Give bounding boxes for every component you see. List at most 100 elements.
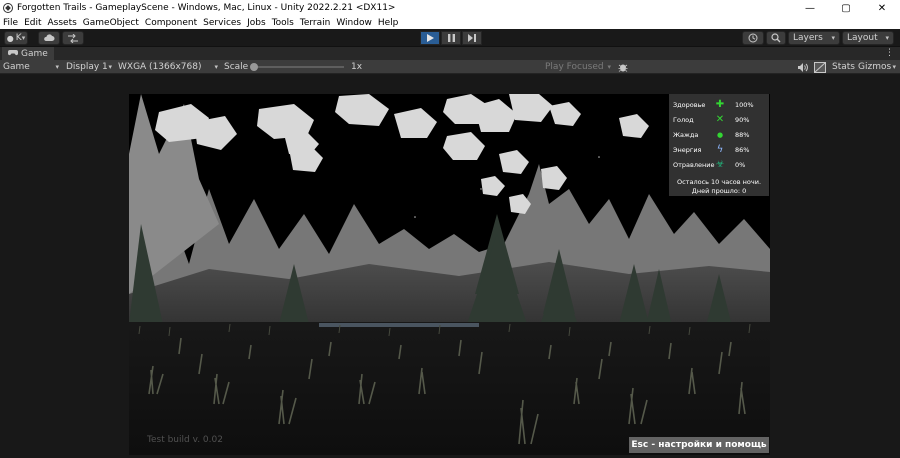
history-icon — [748, 33, 758, 43]
menu-bar: File Edit Assets GameObject Component Se… — [0, 16, 900, 29]
gizmos-dropdown[interactable]: Gizmos ▾ — [858, 60, 896, 74]
display-label: Display 1 — [66, 62, 108, 72]
menu-component[interactable]: Component — [145, 18, 197, 28]
stat-energy-label: Энергия — [673, 145, 702, 154]
health-cross-icon: ✚ — [715, 98, 725, 110]
survival-stats-panel: Здоровье ✚ 100% Голод ✕ 90% Жажда ● 88% … — [669, 94, 769, 196]
stat-poison-value: 0% — [735, 160, 746, 169]
stat-hunger-value: 90% — [735, 115, 750, 124]
main-toolbar: ● K ▾ Layers ▾ Layout ▾ — [0, 29, 900, 47]
chevron-down-icon: ▾ — [21, 34, 26, 42]
stat-hunger-label: Голод — [673, 115, 694, 124]
tab-game[interactable]: Game — [2, 47, 54, 60]
view-mode-label: Game — [3, 62, 30, 72]
window-titlebar: Forgotten Trails - GameplayScene - Windo… — [0, 0, 900, 16]
more-options-icon[interactable]: ⋮ — [885, 47, 894, 60]
gamepad-icon — [7, 49, 19, 59]
menu-gameobject[interactable]: GameObject — [83, 18, 139, 28]
menu-edit[interactable]: Edit — [24, 18, 41, 28]
layout-label: Layout — [847, 33, 878, 43]
menu-tools[interactable]: Tools — [272, 18, 294, 28]
window-controls: — ▢ ✕ — [792, 0, 900, 16]
menu-help[interactable]: Help — [378, 18, 399, 28]
gizmo-grid-icon[interactable] — [814, 60, 826, 74]
stat-poison: Отравление ☣ 0% — [669, 157, 769, 172]
chevron-down-icon: ▾ — [214, 63, 218, 71]
chevron-down-icon: ▾ — [607, 63, 611, 71]
gizmos-label: Gizmos — [858, 62, 892, 72]
scale-value: 1x — [351, 62, 363, 72]
cloud-button[interactable] — [38, 31, 60, 45]
layers-dropdown[interactable]: Layers ▾ — [788, 31, 840, 45]
collab-button[interactable] — [62, 31, 84, 45]
chevron-down-icon: ▾ — [108, 63, 112, 71]
maximize-button[interactable]: ▢ — [828, 0, 864, 16]
hunger-cutlery-icon: ✕ — [715, 113, 725, 125]
pause-icon — [447, 34, 455, 42]
menu-terrain[interactable]: Terrain — [300, 18, 330, 28]
scale-slider-thumb[interactable] — [250, 63, 258, 71]
chevron-down-icon: ▾ — [831, 34, 835, 42]
view-mode-dropdown[interactable]: Game ▾ — [3, 60, 59, 74]
account-button[interactable]: ● K ▾ — [4, 31, 28, 45]
search-button[interactable] — [766, 31, 786, 45]
layout-dropdown[interactable]: Layout ▾ — [842, 31, 894, 45]
time-left-text: Осталось 10 часов ночи. — [676, 178, 762, 186]
stat-energy-value: 86% — [735, 145, 750, 154]
play-button[interactable] — [420, 31, 440, 45]
play-icon — [426, 34, 434, 42]
minimize-button[interactable]: — — [792, 0, 828, 16]
audio-mute-icon[interactable] — [798, 60, 808, 74]
menu-window[interactable]: Window — [336, 18, 372, 28]
stat-health: Здоровье ✚ 100% — [669, 97, 769, 112]
step-button[interactable] — [462, 31, 482, 45]
display-dropdown[interactable]: Display 1 ▾ — [66, 60, 112, 74]
pause-button[interactable] — [441, 31, 461, 45]
days-passed-text: Дней прошло: 0 — [691, 187, 747, 195]
stat-thirst-label: Жажда — [673, 130, 699, 139]
chevron-down-icon: ▾ — [892, 63, 896, 71]
window-title: Forgotten Trails - GameplayScene - Windo… — [17, 3, 396, 13]
scale-slider[interactable] — [250, 60, 346, 74]
build-version-text: Test build v. 0.02 — [147, 435, 223, 445]
stats-button[interactable]: Stats — [832, 60, 855, 74]
menu-services[interactable]: Services — [203, 18, 241, 28]
bug-report-icon[interactable] — [618, 60, 628, 74]
step-icon — [468, 34, 476, 42]
distant-water — [319, 323, 479, 327]
play-controls — [420, 31, 483, 45]
play-focused-dropdown[interactable]: Play Focused ▾ — [545, 60, 611, 74]
scale-slider-track — [252, 66, 344, 68]
stat-poison-label: Отравление — [673, 160, 715, 169]
menu-jobs[interactable]: Jobs — [247, 18, 266, 28]
stat-thirst-value: 88% — [735, 130, 750, 139]
stat-hunger: Голод ✕ 90% — [669, 112, 769, 127]
stat-health-label: Здоровье — [673, 100, 706, 109]
resolution-dropdown[interactable]: WXGA (1366x768) ▾ — [118, 60, 218, 74]
chevron-down-icon: ▾ — [885, 34, 889, 42]
thirst-drop-icon: ● — [716, 130, 724, 139]
history-button[interactable] — [742, 31, 764, 45]
account-icon: ● — [6, 33, 14, 43]
unity-logo-icon — [3, 3, 13, 13]
resolution-label: WXGA (1366x768) — [118, 62, 202, 72]
cloud-icon — [44, 34, 55, 41]
search-icon — [771, 33, 781, 43]
menu-file[interactable]: File — [3, 18, 18, 28]
game-tab-bar: Game ⋮ — [0, 47, 900, 60]
game-render-view[interactable]: Здоровье ✚ 100% Голод ✕ 90% Жажда ● 88% … — [129, 94, 770, 455]
stat-energy: Энергия ϟ 86% — [669, 142, 769, 157]
esc-settings-hint: Esc - настройки и помощь — [629, 437, 769, 453]
version-control-icon — [68, 33, 78, 43]
poison-icon: ☣ — [715, 158, 725, 170]
chevron-down-icon: ▾ — [55, 63, 59, 71]
ground — [129, 322, 770, 455]
game-view-toolbar: Game ▾ Display 1 ▾ WXGA (1366x768) ▾ Sca… — [0, 60, 900, 74]
close-button[interactable]: ✕ — [864, 0, 900, 16]
layers-label: Layers — [793, 33, 823, 43]
stat-health-value: 100% — [735, 100, 754, 109]
play-focused-label: Play Focused — [545, 62, 604, 72]
tab-game-label: Game — [21, 48, 48, 59]
scale-label: Scale — [224, 62, 249, 72]
menu-assets[interactable]: Assets — [48, 18, 77, 28]
